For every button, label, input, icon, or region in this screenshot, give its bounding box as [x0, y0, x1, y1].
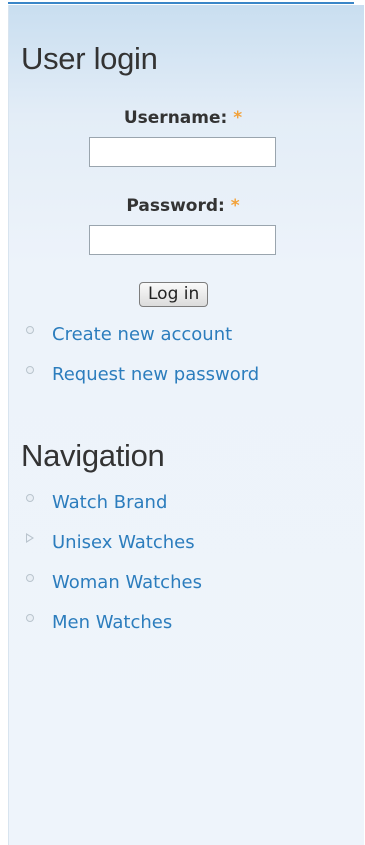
circle-bullet-icon	[26, 614, 34, 622]
navigation-menu: Watch Brand Unisex Watches Woman Watches…	[9, 489, 202, 649]
nav-item-unisex-watches[interactable]: Unisex Watches	[9, 529, 202, 569]
nav-item-label[interactable]: Unisex Watches	[52, 532, 195, 553]
collapsed-triangle-icon	[26, 533, 34, 543]
password-label: Password: *	[9, 196, 357, 216]
username-input[interactable]	[89, 137, 276, 167]
username-label-text: Username:	[123, 108, 228, 128]
request-password-link[interactable]: Request new password	[9, 361, 259, 401]
circle-bullet-icon	[26, 326, 34, 334]
circle-bullet-icon	[26, 574, 34, 582]
password-input[interactable]	[89, 225, 276, 255]
required-marker: *	[233, 108, 243, 128]
login-links-list: Create new account Request new password	[9, 321, 259, 401]
request-password-link-label[interactable]: Request new password	[52, 364, 259, 385]
nav-item-label[interactable]: Men Watches	[52, 612, 172, 633]
password-label-text: Password:	[126, 196, 225, 216]
required-marker: *	[230, 196, 240, 216]
nav-item-watch-brand[interactable]: Watch Brand	[9, 489, 202, 529]
circle-bullet-icon	[26, 366, 34, 374]
nav-item-men-watches[interactable]: Men Watches	[9, 609, 202, 649]
username-label: Username: *	[9, 108, 357, 128]
create-account-link-label[interactable]: Create new account	[52, 324, 232, 345]
log-in-button[interactable]: Log in	[139, 282, 209, 307]
nav-item-woman-watches[interactable]: Woman Watches	[9, 569, 202, 609]
top-divider	[0, 0, 365, 4]
nav-item-label[interactable]: Watch Brand	[52, 492, 167, 513]
nav-item-label[interactable]: Woman Watches	[52, 572, 202, 593]
sidebar: User login Username: * Password: * Log i…	[8, 5, 364, 845]
circle-bullet-icon	[26, 494, 34, 502]
user-login-title: User login	[21, 41, 158, 76]
create-account-link[interactable]: Create new account	[9, 321, 259, 361]
navigation-title: Navigation	[21, 438, 165, 473]
